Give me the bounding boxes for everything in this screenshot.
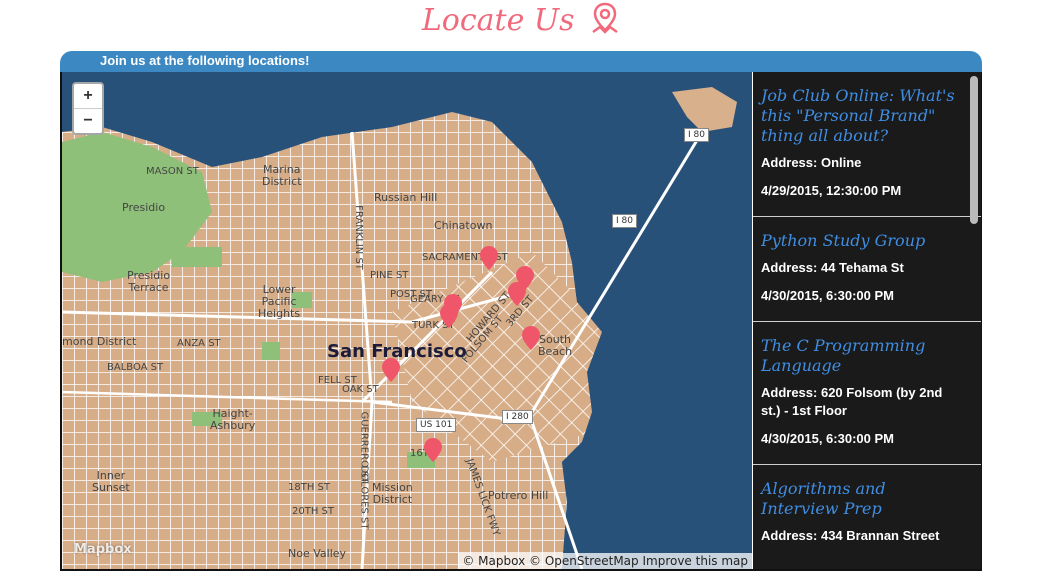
sidebar-scrollbar[interactable] [970, 76, 978, 224]
page-title-text: Locate Us [421, 3, 575, 38]
highway-i80-top: I 80 [684, 128, 709, 142]
location-marker[interactable] [424, 438, 442, 462]
event-title[interactable]: Algorithms and Interview Prep [761, 479, 965, 519]
street-oak: OAK ST [342, 384, 379, 395]
event-title[interactable]: Job Club Online: What's this "Personal B… [761, 86, 965, 146]
label-presidio: Presidio [122, 201, 166, 214]
label-potrero: Potrero Hill [488, 489, 549, 502]
label-mission: Mission District [372, 481, 413, 507]
event-address: Address: Online [761, 155, 862, 170]
street-franklin: FRANKLIN ST [352, 205, 364, 270]
event-item[interactable]: Job Club Online: What's this "Personal B… [753, 72, 981, 217]
label-noe-valley: Noe Valley [288, 547, 347, 560]
label-haight: Haight- Ashbury [210, 407, 256, 433]
event-item[interactable]: The C Programming Language Address: 620 … [753, 322, 981, 465]
street-balboa: BALBOA ST [107, 362, 164, 373]
event-date: 4/30/2015, 6:30:00 PM [761, 288, 894, 303]
event-address: Address: 620 Folsom (by 2nd st.) - 1st F… [761, 385, 943, 418]
page-title: Locate Us [0, 2, 1042, 42]
map-attribution[interactable]: © Mapbox © OpenStreetMap Improve this ma… [458, 553, 752, 569]
highway-us101: US 101 [416, 418, 457, 432]
zoom-out-button[interactable]: − [74, 108, 102, 133]
event-date: 4/29/2015, 12:30:00 PM [761, 183, 902, 198]
label-richmond: mond District [62, 335, 137, 348]
street-dolores: DOLORES ST [358, 465, 370, 530]
street-20th: 20TH ST [292, 506, 334, 517]
street-anza: ANZA ST [177, 338, 221, 349]
zoom-control: + − [72, 82, 104, 135]
label-marina: Marina District [262, 163, 302, 189]
location-marker[interactable] [480, 246, 498, 270]
zoom-in-button[interactable]: + [74, 84, 102, 108]
label-inner-sunset: Inner Sunset [92, 469, 130, 495]
street-pine: PINE ST [370, 270, 409, 281]
event-address: Address: 44 Tehama St [761, 260, 904, 275]
street-mason: MASON ST [146, 166, 199, 177]
highway-i80-mid: I 80 [612, 214, 637, 228]
location-marker[interactable] [508, 282, 526, 306]
event-item[interactable]: Algorithms and Interview Prep Address: 4… [753, 465, 981, 561]
label-chinatown: Chinatown [434, 219, 493, 232]
event-title[interactable]: The C Programming Language [761, 336, 965, 376]
highway-i280: I 280 [502, 410, 533, 424]
event-date: 4/30/2015, 6:30:00 PM [761, 431, 894, 446]
event-title[interactable]: Python Study Group [761, 231, 965, 251]
location-marker[interactable] [440, 304, 458, 328]
label-south-beach: South Beach [538, 333, 573, 359]
panel-header-text: Join us at the following locations! [100, 53, 310, 68]
label-russian-hill: Russian Hill [374, 191, 438, 204]
location-marker[interactable] [382, 358, 400, 382]
label-presidio-terrace: Presidio Terrace [127, 269, 171, 295]
events-sidebar[interactable]: Job Club Online: What's this "Personal B… [753, 72, 981, 569]
label-lower-pacific: Lower Pacific Heights [258, 283, 301, 321]
location-marker[interactable] [522, 326, 540, 350]
map[interactable]: + − San Francisco Marina District Presid… [62, 72, 752, 569]
mapbox-logo: Mapbox [74, 542, 132, 557]
map-pin-icon [590, 2, 620, 42]
event-item[interactable]: Python Study Group Address: 44 Tehama St… [753, 217, 981, 322]
event-address: Address: 434 Brannan Street [761, 528, 940, 543]
panel-header: Join us at the following locations! [60, 51, 982, 72]
street-18th: 18TH ST [288, 482, 330, 493]
